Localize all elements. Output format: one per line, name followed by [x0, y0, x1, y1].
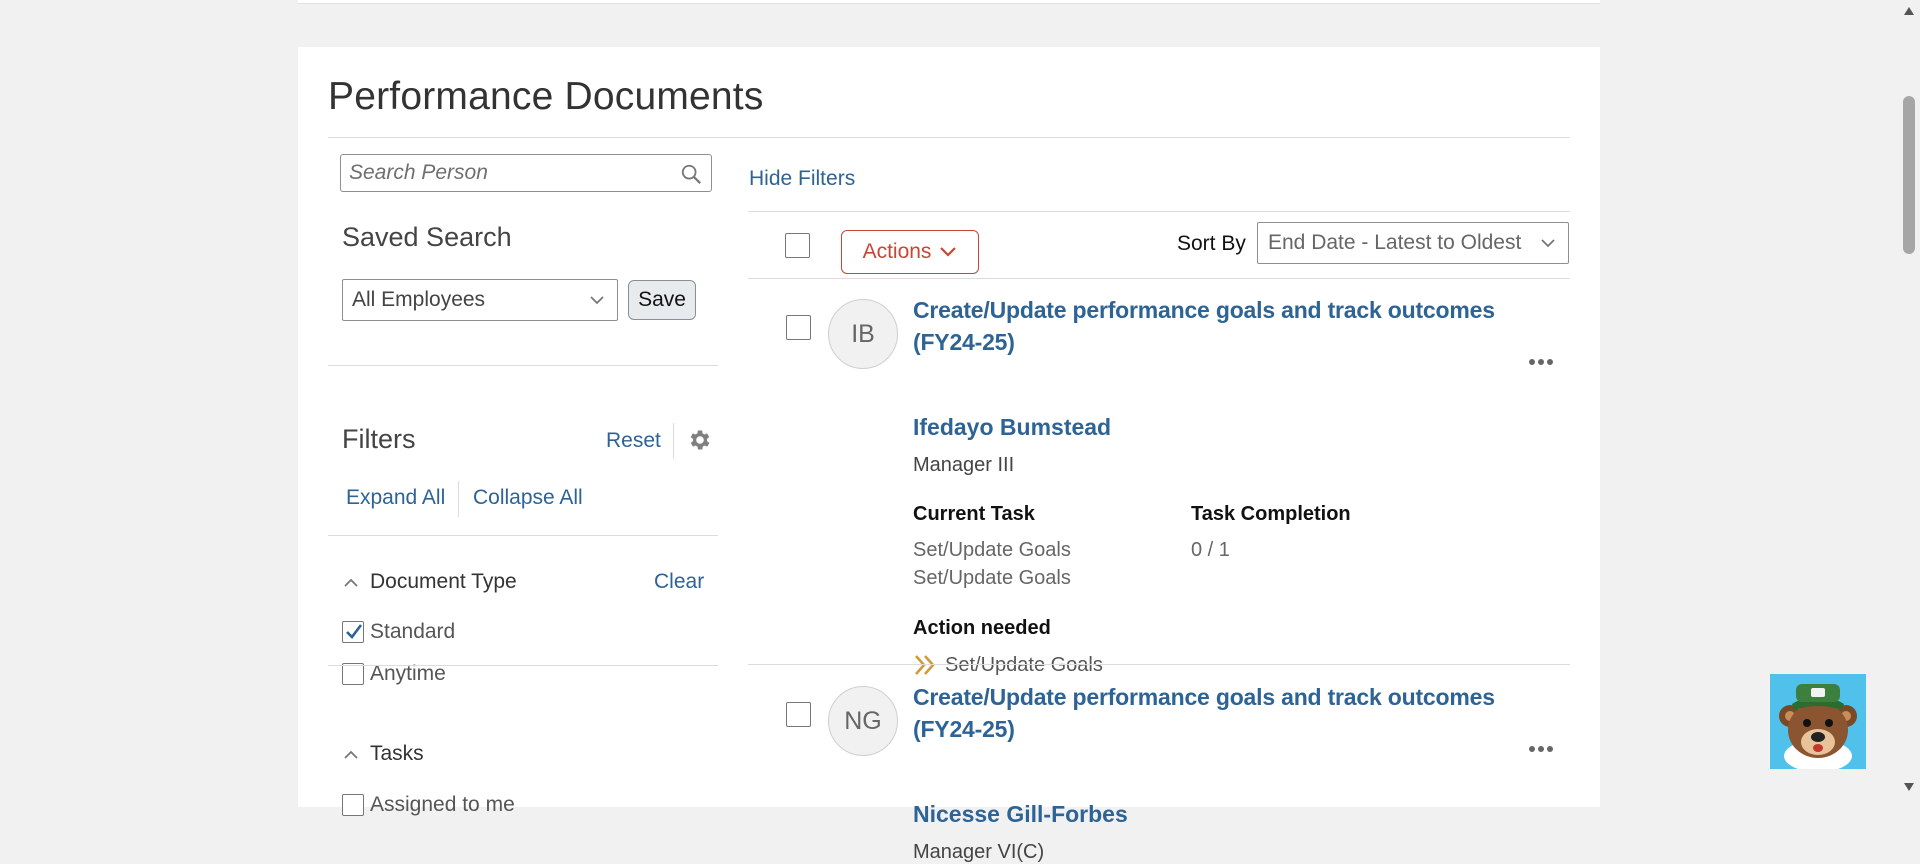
checkbox[interactable] — [342, 663, 364, 685]
filter-option-label: Standard — [370, 620, 456, 643]
collapse-all-link[interactable]: Collapse All — [473, 486, 583, 510]
avatar: IB — [828, 299, 898, 369]
divider — [748, 211, 1570, 212]
checkbox-checked[interactable] — [342, 621, 364, 643]
current-task-header: Current Task — [913, 503, 1035, 525]
action-needed-item[interactable]: Set/Update Goals — [913, 653, 1103, 677]
select-all-checkbox[interactable] — [785, 233, 810, 258]
checkmark-icon — [346, 624, 363, 639]
hide-filters-link[interactable]: Hide Filters — [749, 167, 855, 191]
sort-by-value: End Date - Latest to Oldest — [1268, 231, 1522, 254]
chevron-up-icon — [344, 578, 358, 587]
row-select-checkbox[interactable] — [786, 315, 811, 340]
sort-by-select[interactable]: End Date - Latest to Oldest — [1257, 222, 1569, 264]
person-name-link[interactable]: Ifedayo Bumstead — [913, 414, 1111, 441]
more-options-icon[interactable] — [1528, 745, 1554, 753]
tasks-section-toggle[interactable]: Tasks — [342, 742, 424, 766]
scroll-down-icon[interactable] — [1903, 782, 1915, 792]
action-needed-label: Set/Update Goals — [945, 653, 1103, 676]
person-name-link[interactable]: Nicesse Gill-Forbes — [913, 801, 1128, 828]
reset-filters-link[interactable]: Reset — [606, 429, 661, 453]
divider — [458, 481, 459, 517]
row-select-checkbox[interactable] — [786, 702, 811, 727]
document-title-link[interactable]: Create/Update performance goals and trac… — [913, 681, 1533, 745]
action-needed-header: Action needed — [913, 617, 1051, 639]
job-title: Manager III — [913, 454, 1015, 476]
chevron-down-icon — [590, 296, 604, 305]
search-icon[interactable] — [680, 163, 702, 185]
divider — [328, 665, 718, 666]
filters-label: Filters — [342, 424, 416, 454]
saved-search-select[interactable]: All Employees — [342, 279, 618, 321]
avatar: NG — [828, 686, 898, 756]
document-title-link[interactable]: Create/Update performance goals and trac… — [913, 294, 1533, 358]
chevron-up-icon — [344, 750, 358, 759]
task-completion-header: Task Completion — [1191, 503, 1351, 525]
search-person-box — [340, 154, 712, 192]
divider — [328, 137, 1570, 138]
chevron-down-icon — [940, 247, 957, 257]
job-title: Manager VI(C) — [913, 841, 1045, 863]
filter-option-standard[interactable]: Standard — [342, 620, 455, 644]
document-type-section-toggle[interactable]: Document Type — [342, 570, 517, 594]
divider — [748, 278, 1570, 279]
divider — [328, 365, 718, 366]
divider — [748, 664, 1570, 665]
actions-label: Actions — [862, 240, 932, 263]
top-strip — [298, 0, 1600, 4]
scroll-up-icon[interactable] — [1903, 6, 1915, 16]
filter-option-label: Assigned to me — [370, 793, 515, 816]
divider — [328, 535, 718, 536]
bear-mascot-icon — [1779, 684, 1857, 772]
current-task-value: Set/Update Goals — [913, 567, 1071, 589]
page-title: Performance Documents — [328, 75, 764, 118]
double-chevron-right-icon — [915, 655, 935, 675]
filter-option-assigned-to-me[interactable]: Assigned to me — [342, 793, 515, 817]
save-search-button[interactable]: Save — [628, 280, 696, 320]
sort-by-label: Sort By — [1177, 232, 1246, 255]
search-person-input[interactable] — [341, 155, 677, 191]
expand-all-link[interactable]: Expand All — [346, 486, 445, 510]
task-completion-value: 0 / 1 — [1191, 539, 1230, 561]
document-type-label: Document Type — [370, 570, 517, 593]
checkbox[interactable] — [342, 794, 364, 816]
clear-document-type-link[interactable]: Clear — [654, 570, 704, 594]
actions-menu-button[interactable]: Actions — [841, 230, 979, 274]
assistant-mascot-button[interactable] — [1770, 674, 1866, 772]
saved-search-label: Saved Search — [342, 222, 512, 252]
divider — [673, 423, 674, 459]
performance-documents-panel: Performance Documents Saved Search All E… — [298, 47, 1600, 863]
gear-icon[interactable] — [687, 427, 713, 453]
scrollbar-thumb[interactable] — [1903, 96, 1915, 254]
tasks-label: Tasks — [370, 742, 424, 765]
current-task-value: Set/Update Goals — [913, 539, 1071, 561]
saved-search-value: All Employees — [352, 288, 486, 311]
chevron-down-icon — [1541, 239, 1555, 248]
more-options-icon[interactable] — [1528, 358, 1554, 366]
